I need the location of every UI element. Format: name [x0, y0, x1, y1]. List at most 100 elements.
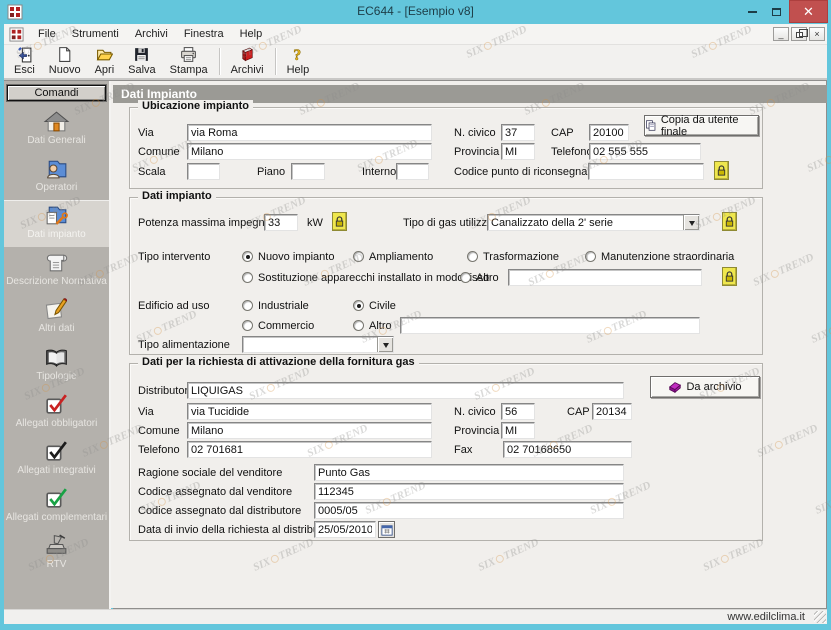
mdi-minimize-button[interactable]: _	[773, 27, 789, 41]
cod-distributore-input[interactable]	[314, 502, 624, 519]
dropdown-button[interactable]	[377, 337, 393, 352]
edificio-altro-input[interactable]	[400, 317, 700, 334]
data-invio-input[interactable]	[314, 521, 376, 538]
ncivico-input[interactable]	[501, 124, 535, 141]
telefono2-input[interactable]	[187, 441, 432, 458]
piano-input[interactable]	[291, 163, 325, 180]
edilclima-link[interactable]: www.edilclima.it	[727, 611, 805, 623]
sidebar-item-operatori[interactable]: Operatori	[4, 153, 109, 200]
comandi-button[interactable]: Comandi	[7, 85, 106, 101]
toolbar-salva-button[interactable]: Salva	[121, 45, 163, 78]
sidebar-item-label: Descrizione Normativa	[4, 276, 109, 287]
fax-input[interactable]	[503, 441, 632, 458]
mdi-restore-icon	[796, 32, 803, 38]
maximize-button[interactable]	[764, 0, 788, 23]
radio-intervento-altro[interactable]	[460, 272, 471, 283]
interno-input[interactable]	[396, 163, 429, 180]
sidebar-item-label: Allegati complementari	[4, 512, 109, 523]
radio-nuovo-impianto-label: Nuovo impianto	[258, 251, 334, 263]
purple-book-icon	[668, 380, 682, 394]
mdi-window-controls: _ ×	[773, 27, 825, 41]
sidebar-item-tipologie[interactable]: Tipologie	[4, 342, 109, 389]
scala-input[interactable]	[187, 163, 220, 180]
lock-button[interactable]	[332, 212, 347, 231]
mdi-close-button[interactable]: ×	[809, 27, 825, 41]
via-input[interactable]	[187, 124, 432, 141]
lock-button[interactable]	[722, 267, 737, 286]
provincia2-input[interactable]	[501, 422, 535, 439]
menu-finestra[interactable]: Finestra	[176, 25, 232, 43]
ragione-input[interactable]	[314, 464, 624, 481]
potenza-input[interactable]	[264, 214, 298, 231]
copy-icon	[645, 119, 657, 132]
gas-dropdown[interactable]: Canalizzato della 2' serie	[487, 214, 700, 231]
close-button[interactable]: ✕	[789, 0, 828, 23]
toolbar-help-button[interactable]: ? Help	[280, 45, 317, 78]
sidebar-item-dati-generali[interactable]: Dati Generali	[4, 106, 109, 153]
calendar-button[interactable]	[378, 521, 395, 538]
sidebar-item-allegati-complementari[interactable]: Allegati complementari	[4, 483, 109, 530]
distributore-input[interactable]	[187, 382, 624, 399]
via2-input[interactable]	[187, 403, 432, 420]
sidebar-item-allegati-obbligatori[interactable]: Allegati obbligatori	[4, 389, 109, 436]
copia-da-utente-finale-button[interactable]: Copia da utente finale	[644, 115, 759, 136]
menu-file[interactable]: File	[30, 25, 64, 43]
sidebar-item-rtv[interactable]: RTV	[4, 530, 109, 577]
radio-industriale[interactable]	[242, 300, 253, 311]
tipo-alimentazione-dropdown[interactable]	[242, 336, 394, 353]
radio-manutenzione[interactable]	[585, 251, 596, 262]
sidebar-item-altri-dati[interactable]: Altri dati	[4, 294, 109, 341]
comune-input[interactable]	[187, 143, 432, 160]
pen-paper-icon	[43, 296, 70, 323]
radio-commercio[interactable]	[242, 320, 253, 331]
radio-intervento-altro-label: Altro	[476, 272, 499, 284]
radio-nuovo-impianto[interactable]	[242, 251, 253, 262]
title-bar: EC644 - [Esempio v8] ✕	[0, 0, 831, 24]
intervento-altro-input[interactable]	[508, 269, 702, 286]
cod-venditore-input[interactable]	[314, 483, 624, 500]
toolbar-apri-button[interactable]: Apri	[88, 45, 122, 78]
toolbar-archivi-button[interactable]: Archivi	[224, 45, 271, 78]
lock-button[interactable]	[722, 212, 737, 231]
radio-ampliamento[interactable]	[353, 251, 364, 262]
toolbar-esci-button[interactable]: Esci	[7, 45, 42, 78]
radio-edificio-altro[interactable]	[353, 320, 364, 331]
codice-riconsegna-input[interactable]	[588, 163, 704, 180]
menu-help[interactable]: Help	[232, 25, 271, 43]
toolbar-nuovo-button[interactable]: Nuovo	[42, 45, 88, 78]
comune2-input[interactable]	[187, 422, 432, 439]
mdi-restore-button[interactable]	[791, 27, 807, 41]
sidebar-item-label: Dati impianto	[4, 229, 109, 240]
potenza-unit-label: kW	[307, 217, 323, 229]
ncivico2-input[interactable]	[501, 403, 535, 420]
telefono-input[interactable]	[589, 143, 701, 160]
group-ubicazione-impianto: Ubicazione impianto Via N. civico CAP Co…	[129, 107, 763, 189]
radio-sostituzione[interactable]	[242, 272, 253, 283]
provincia-input[interactable]	[501, 143, 535, 160]
maximize-icon	[772, 8, 781, 16]
menu-strumenti[interactable]: Strumenti	[64, 25, 127, 43]
codice-riconsegna-label: Codice punto di riconsegna	[454, 166, 587, 178]
radio-civile[interactable]	[353, 300, 364, 311]
scala-label: Scala	[138, 166, 166, 178]
tipo-intervento-label: Tipo intervento	[138, 251, 210, 263]
cap2-input[interactable]	[592, 403, 632, 420]
cap-input[interactable]	[589, 124, 629, 141]
chevron-down-icon	[689, 221, 695, 229]
dropdown-button[interactable]	[683, 215, 699, 230]
sidebar-item-descrizione-normativa[interactable]: Descrizione Normativa	[4, 247, 109, 294]
radio-trasformazione-label: Trasformazione	[483, 251, 559, 263]
toolbar-stampa-button[interactable]: Stampa	[163, 45, 215, 78]
sidebar-item-allegati-integrativi[interactable]: Allegati integrativi	[4, 436, 109, 483]
sidebar-item-dati-impianto[interactable]: Dati impianto	[4, 200, 109, 247]
calendar-icon	[381, 524, 393, 536]
radio-trasformazione[interactable]	[467, 251, 478, 262]
lock-button[interactable]	[714, 161, 729, 180]
radio-sostituzione-label: Sostituzione apparecchi installato in mo…	[258, 272, 489, 284]
menu-archivi[interactable]: Archivi	[127, 25, 176, 43]
da-archivio-button[interactable]: Da archivio	[650, 376, 760, 398]
resize-grip[interactable]	[814, 611, 826, 623]
minimize-button[interactable]	[740, 0, 764, 23]
radio-industriale-label: Industriale	[258, 300, 309, 312]
toolbar-salva-label: Salva	[128, 64, 156, 76]
